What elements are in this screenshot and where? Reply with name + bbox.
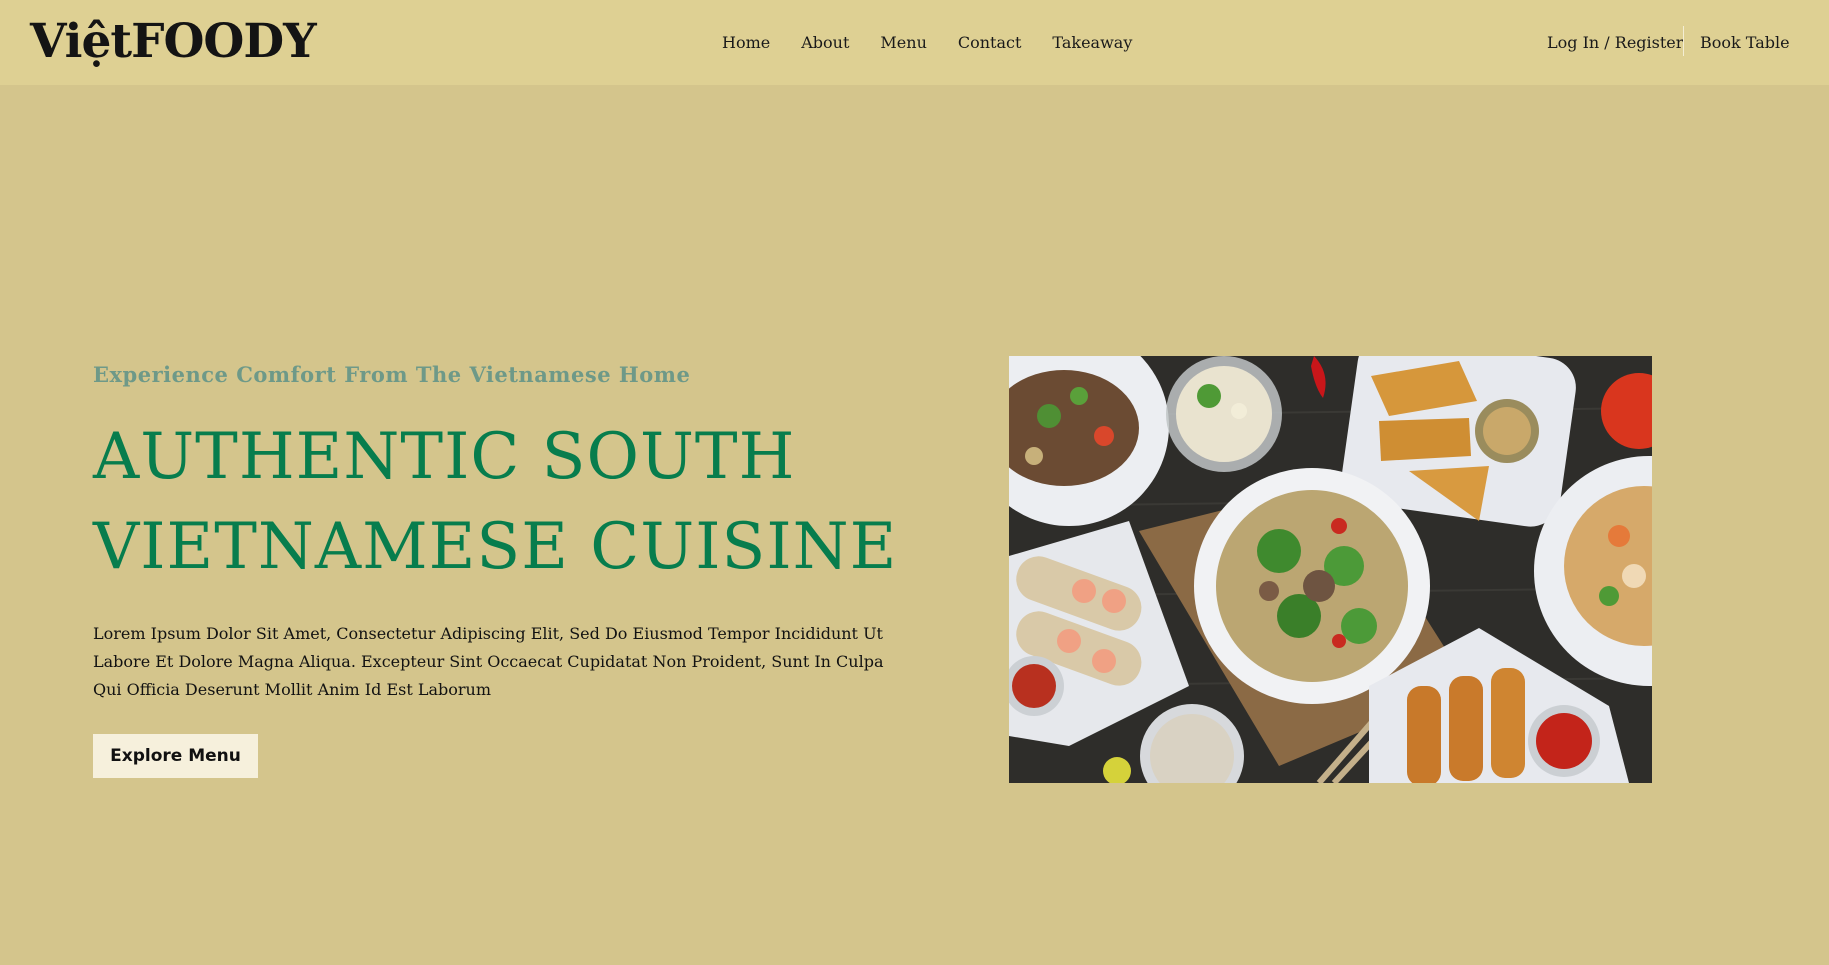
nav-item-home[interactable]: Home xyxy=(722,33,770,53)
hero-tagline: Experience Comfort From The Vietnamese H… xyxy=(93,362,691,387)
nav-item-contact[interactable]: Contact xyxy=(958,33,1022,53)
book-table-link[interactable]: Book Table xyxy=(1700,33,1790,53)
hero-food-image xyxy=(1009,356,1652,783)
brand-logo[interactable]: ViệtFOODY xyxy=(30,14,317,70)
hero-description: Lorem Ipsum Dolor Sit Amet, Consectetur … xyxy=(93,624,884,699)
site-header: ViệtFOODY Home About Menu Contact Takeaw… xyxy=(0,0,1829,85)
nav-item-about[interactable]: About xyxy=(801,33,849,53)
nav-item-menu[interactable]: Menu xyxy=(880,33,926,53)
header-divider xyxy=(1683,26,1684,56)
nav-item-takeaway[interactable]: Takeaway xyxy=(1052,33,1132,53)
hero-headline-line-2: VIETNAMESE CUISINE xyxy=(93,510,898,584)
main-nav: Home About Menu Contact Takeaway xyxy=(722,33,1132,53)
food-spread-illustration xyxy=(1009,356,1652,783)
hero-headline: AUTHENTIC SOUTH VIETNAMESE CUISINE xyxy=(93,412,898,592)
login-register-link[interactable]: Log In / Register xyxy=(1547,33,1683,53)
explore-menu-button[interactable]: Explore Menu xyxy=(93,734,258,778)
hero-headline-line-1: AUTHENTIC SOUTH xyxy=(93,420,796,494)
